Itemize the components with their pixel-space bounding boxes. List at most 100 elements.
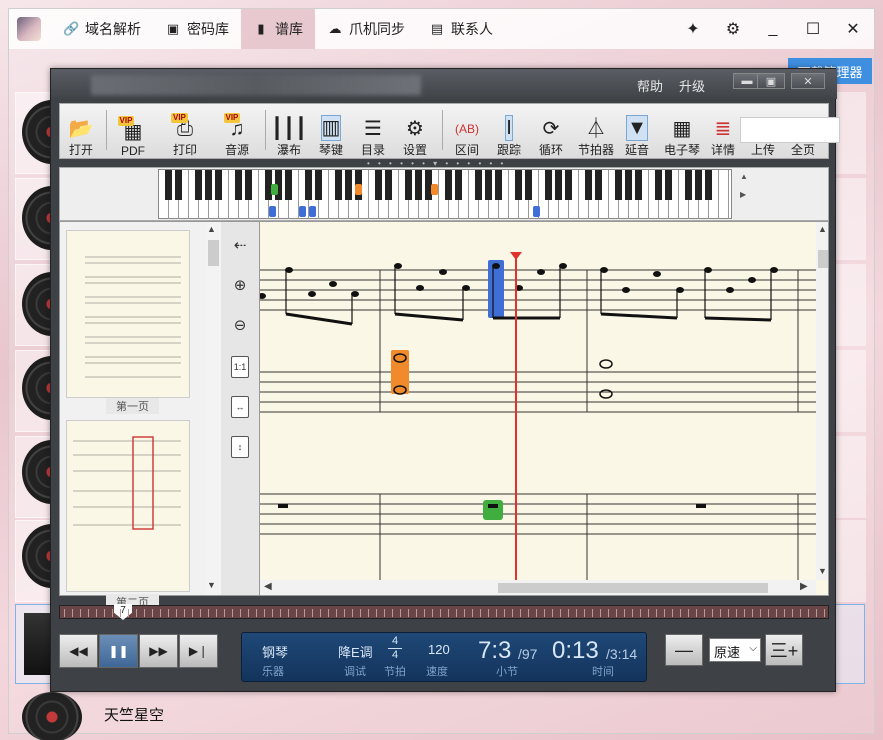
page-thumbnail-2[interactable] [66, 420, 190, 592]
collapse-icon[interactable]: ⇠ [227, 232, 253, 258]
black-key[interactable] [455, 170, 462, 200]
fit-width-icon[interactable]: ↔ [231, 396, 249, 418]
toc-button[interactable]: ☰ 目录 [358, 106, 388, 158]
black-key[interactable] [175, 170, 182, 200]
black-key[interactable] [195, 170, 202, 200]
black-key[interactable] [625, 170, 632, 200]
black-key[interactable] [235, 170, 242, 200]
user-avatar[interactable] [17, 17, 41, 41]
actual-size-icon[interactable]: 1:1 [231, 356, 249, 378]
page-thumbnail-1[interactable] [66, 230, 190, 398]
black-key[interactable] [405, 170, 412, 200]
player-maximize-button[interactable]: ▣ [757, 73, 785, 89]
print-button[interactable]: VIP ⎙ 打印 [170, 106, 200, 158]
score-horizontal-scrollbar[interactable]: ◀ ▶ [260, 580, 816, 595]
timeline-position-marker[interactable]: 7 [114, 604, 132, 620]
black-key[interactable] [545, 170, 552, 200]
black-key[interactable] [685, 170, 692, 200]
black-key[interactable] [215, 170, 222, 200]
details-button[interactable]: ≣ 详情 [708, 106, 738, 158]
menu-help[interactable]: 帮助 [637, 76, 663, 95]
scroll-up-icon[interactable]: ▲ [818, 224, 827, 234]
track-button[interactable]: I 跟踪 [494, 106, 524, 158]
gear-icon[interactable]: ⚙ [715, 9, 751, 49]
tab-dns[interactable]: 🔗 域名解析 [51, 9, 153, 49]
black-key[interactable] [285, 170, 292, 200]
black-key[interactable] [485, 170, 492, 200]
e-piano-button[interactable]: ▦ 电子琴 [662, 106, 702, 158]
black-key[interactable] [595, 170, 602, 200]
white-key[interactable] [719, 170, 729, 219]
zoom-out-icon[interactable]: ⊖ [227, 312, 253, 338]
black-key[interactable] [565, 170, 572, 200]
thumbnail-scrollbar[interactable]: ▲ ▼ [206, 222, 221, 595]
black-key[interactable] [245, 170, 252, 200]
time-sig-numerator[interactable]: 4 [392, 635, 398, 647]
scroll-left-icon[interactable]: ◀ [264, 581, 272, 592]
black-key[interactable] [335, 170, 342, 200]
close-button[interactable]: ✕ [835, 9, 871, 49]
key-value[interactable]: 降E调 [338, 642, 373, 661]
piano-keyboard[interactable] [158, 169, 732, 219]
fast-forward-button[interactable]: ▶▶ [139, 634, 178, 668]
scrollbar-thumb[interactable] [208, 240, 219, 266]
sustain-button[interactable]: ▼ 延音 [622, 106, 652, 158]
scroll-right-icon[interactable]: ▶ [740, 190, 746, 199]
tab-score-library[interactable]: ▮ 谱库 [241, 9, 315, 49]
magic-icon[interactable]: ✦ [675, 9, 711, 49]
scroll-up-icon[interactable]: ▲ [207, 224, 216, 234]
black-key[interactable] [585, 170, 592, 200]
settings-button[interactable]: ⚙ 设置 [400, 106, 430, 158]
black-key[interactable] [475, 170, 482, 200]
fit-height-icon[interactable]: ↕ [231, 436, 249, 458]
metronome-button[interactable]: ⏃ 节拍器 [576, 106, 616, 158]
time-sig-denominator[interactable]: 4 [392, 649, 398, 661]
open-button[interactable]: 📂 打开 [66, 106, 96, 158]
speed-increase-button[interactable]: 三+ [765, 634, 803, 666]
scroll-down-icon[interactable]: ▼ [207, 580, 216, 590]
black-key[interactable] [555, 170, 562, 200]
menu-upgrade[interactable]: 升级 [679, 76, 705, 95]
maximize-button[interactable]: ☐ [795, 9, 831, 49]
scroll-right-icon[interactable]: ▶ [800, 581, 808, 592]
black-key[interactable] [165, 170, 172, 200]
scrollbar-thumb[interactable] [818, 250, 828, 268]
next-button[interactable]: ▶❘ [179, 634, 218, 668]
score-view[interactable]: ▲ ▼ ◀ ▶ [259, 221, 829, 596]
black-key[interactable] [445, 170, 452, 200]
instrument-value[interactable]: 钢琴 [262, 642, 288, 661]
black-key[interactable] [705, 170, 712, 200]
black-key[interactable] [385, 170, 392, 200]
black-key[interactable] [205, 170, 212, 200]
black-key[interactable] [665, 170, 672, 200]
minimize-button[interactable]: _ [755, 9, 791, 49]
black-key[interactable] [495, 170, 502, 200]
ab-range-button[interactable]: (AB) 区间 [452, 106, 482, 158]
sound-source-button[interactable]: VIP ♫ 音源 [222, 106, 252, 158]
black-key[interactable] [525, 170, 532, 200]
black-key[interactable] [615, 170, 622, 200]
song-title[interactable]: 天竺星空 [104, 704, 164, 725]
speed-select[interactable]: 原速 ⌵ [709, 638, 761, 662]
black-key[interactable] [345, 170, 352, 200]
loop-button[interactable]: ⟳ 循环 [536, 106, 566, 158]
scroll-up-icon[interactable]: ▲ [740, 172, 748, 181]
black-key[interactable] [655, 170, 662, 200]
black-key[interactable] [695, 170, 702, 200]
tab-contacts[interactable]: ▤ 联系人 [417, 9, 505, 49]
scroll-down-icon[interactable]: ▼ [818, 566, 827, 576]
tempo-value[interactable]: 120 [428, 642, 450, 657]
player-close-button[interactable]: ✕ [791, 73, 825, 89]
black-key[interactable] [375, 170, 382, 200]
tab-passwords[interactable]: ▣ 密码库 [153, 9, 241, 49]
black-key[interactable] [305, 170, 312, 200]
progress-timeline[interactable]: 7 [59, 604, 829, 620]
waterfall-button[interactable]: ┃┃┃ 瀑布 [271, 106, 307, 158]
keyboard-button[interactable]: ▥ 琴键 [316, 106, 346, 158]
zoom-in-icon[interactable]: ⊕ [227, 272, 253, 298]
black-key[interactable] [315, 170, 322, 200]
speed-decrease-button[interactable]: — [665, 634, 703, 666]
pause-button[interactable]: ❚❚ [99, 634, 138, 668]
pdf-button[interactable]: VIP ▦ PDF [117, 106, 148, 158]
score-vertical-scrollbar[interactable]: ▲ ▼ [816, 222, 828, 580]
